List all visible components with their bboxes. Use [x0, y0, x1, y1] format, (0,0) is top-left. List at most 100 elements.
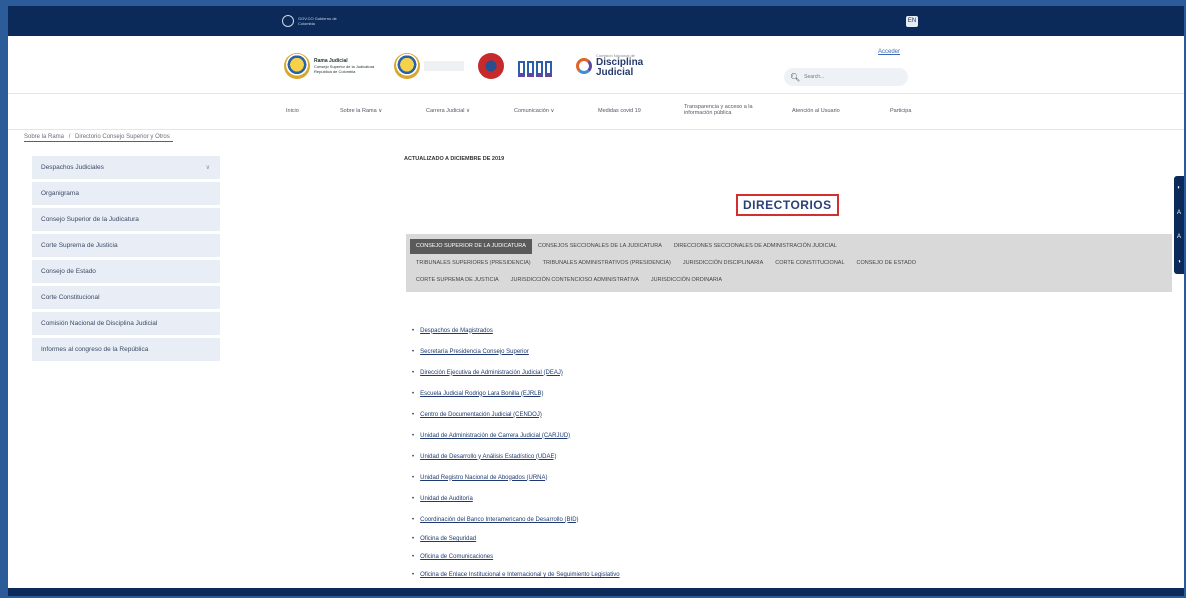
- contrast-alt-icon[interactable]: ◑: [1177, 259, 1181, 265]
- tab-consejo-superior[interactable]: Consejo Superior de la Judicatura: [410, 239, 532, 254]
- gov-co-logo[interactable]: GOV.CO Gobierno de Colombia: [282, 14, 358, 28]
- top-bar: GOV.CO Gobierno de Colombia EN: [8, 6, 1184, 36]
- sidebar-item-despachos[interactable]: Despachos Judiciales ∨: [32, 156, 220, 179]
- sidebar-item-consejo-superior[interactable]: Consejo Superior de la Judicatura: [32, 208, 220, 231]
- page-title: DIRECTORIOS: [736, 194, 839, 216]
- chevron-down-icon: ∨: [205, 165, 210, 171]
- sidebar-item-corte-constitucional[interactable]: Corte Constitucional: [32, 286, 220, 309]
- list-item: • Centro de Documentación Judicial (CENDO…: [412, 411, 542, 418]
- sidebar-item-label: Consejo de Estado: [41, 268, 96, 275]
- list-item: • Oficina de Enlace Institucional e Inter…: [412, 572, 620, 578]
- tab-corte-constitucional[interactable]: Corte Constitucional: [769, 256, 850, 271]
- tab-row: Tribunales Superiores (Presidencia) Trib…: [410, 255, 1172, 272]
- nav-atencion-usuario[interactable]: Atención al Usuario: [792, 108, 840, 114]
- tab-jurisdiccion-ordinaria[interactable]: Jurisdicción Ordinaria: [645, 273, 728, 288]
- directory-link[interactable]: Centro de Documentación Judicial (CENDOJ…: [420, 412, 542, 418]
- tab-direcciones-seccionales[interactable]: Direcciones Seccionales de Administració…: [668, 239, 843, 254]
- acceder-link[interactable]: Acceder: [878, 49, 900, 55]
- tab-corte-suprema[interactable]: Corte Suprema de Justicia: [410, 273, 505, 288]
- breadcrumb-item-current: Directorio Consejo Superior y Otros: [75, 134, 170, 140]
- nav-transparencia[interactable]: Transparencia y acceso a la información …: [684, 104, 754, 116]
- tab-consejo-estado[interactable]: Consejo de Estado: [851, 256, 923, 271]
- directory-link[interactable]: Unidad de Administración de Carrera Judi…: [420, 433, 570, 439]
- tab-jurisdiccion-disciplinaria[interactable]: Jurisdicción Disciplinaria: [677, 256, 769, 271]
- sidebar-item-label: Consejo Superior de la Judicatura: [41, 216, 139, 223]
- logo-text-block: [424, 61, 464, 71]
- tab-row: Consejo Superior de la Judicatura Consej…: [410, 238, 1172, 255]
- updated-date: ACTUALIZADO A DICIEMBRE DE 2019: [404, 156, 505, 162]
- sidebar-menu: Despachos Judiciales ∨ Organigrama Conse…: [32, 156, 220, 361]
- pillars-logo[interactable]: [518, 55, 562, 77]
- sidebar-item-label: Corte Suprema de Justicia: [41, 242, 118, 249]
- breadcrumb-item-sobre-la-rama[interactable]: Sobre la Rama: [24, 134, 64, 140]
- list-item: • Unidad de Administración de Carrera Jud…: [412, 432, 571, 439]
- list-item: • Despachos de Magistrados: [412, 327, 493, 334]
- logo-row: Rama Judicial Consejo Superior de la Jud…: [284, 50, 643, 82]
- gov-seal-icon: [282, 15, 294, 27]
- tab-consejos-seccionales[interactable]: Consejos Seccionales de la Judicatura: [532, 239, 668, 254]
- sidebar-item-organigrama[interactable]: Organigrama: [32, 182, 220, 205]
- logo-line-3: República de Colombia: [314, 69, 356, 74]
- directory-link[interactable]: Escuela Judicial Rodrigo Lara Bonilla (E…: [420, 391, 543, 397]
- search-box[interactable]: 🔍︎: [784, 68, 908, 86]
- nav-sobre-la-rama[interactable]: Sobre la Rama ∨: [340, 108, 382, 114]
- breadcrumb-separator: /: [68, 134, 71, 140]
- list-item: • Coordinación del Banco Interamericano d…: [412, 516, 579, 523]
- list-item: • Secretaría Presidencia Consejo Superior: [412, 348, 529, 355]
- list-item: • Dirección Ejecutiva de Administración J…: [412, 369, 563, 376]
- sidebar-item-label: Corte Constitucional: [41, 294, 100, 301]
- dj-mark-icon: [576, 58, 592, 74]
- breadcrumb: Sobre la Rama / Directorio Consejo Super…: [24, 134, 173, 142]
- directory-link[interactable]: Dirección Ejecutiva de Administración Ju…: [420, 370, 563, 376]
- gov-logo-text: GOV.CO Gobierno de Colombia: [298, 16, 337, 26]
- directory-link[interactable]: Secretaría Presidencia Consejo Superior: [420, 349, 529, 355]
- fondo-logo[interactable]: [394, 53, 464, 79]
- header: Rama Judicial Consejo Superior de la Jud…: [8, 36, 1184, 94]
- directory-link[interactable]: Oficina de Enlace Institucional e Intern…: [420, 572, 619, 578]
- list-item: • Escuela Judicial Rodrigo Lara Bonilla (…: [412, 390, 544, 397]
- colombia-shield-icon: [284, 53, 310, 79]
- tab-tribunales-administrativos[interactable]: Tribunales Administrativos (Presidencia): [537, 256, 677, 271]
- list-item: • Oficina de Seguridad: [412, 536, 477, 542]
- directory-link[interactable]: Unidad de Desarrollo y Análisis Estadíst…: [420, 454, 556, 460]
- sidebar-item-label: Informes al congreso de la República: [41, 346, 149, 353]
- rama-judicial-logo[interactable]: Rama Judicial Consejo Superior de la Jud…: [284, 53, 380, 79]
- directory-link[interactable]: Coordinación del Banco Interamericano de…: [420, 517, 578, 523]
- directory-link[interactable]: Despachos de Magistrados: [420, 328, 493, 334]
- nav-comunicacion[interactable]: Comunicación ∨: [514, 108, 554, 114]
- search-icon: 🔍︎: [790, 72, 801, 82]
- sidebar-item-informes-congreso[interactable]: Informes al congreso de la República: [32, 338, 220, 361]
- font-decrease-icon[interactable]: A: [1177, 234, 1181, 240]
- shield-icon: [394, 53, 420, 79]
- sidebar-item-comision-disciplina[interactable]: Comisión Nacional de Disciplina Judicial: [32, 312, 220, 335]
- directory-link[interactable]: Oficina de Comunicaciones: [420, 554, 493, 560]
- disciplina-judicial-logo[interactable]: Comisión Nacional de Disciplina Judicial: [576, 54, 643, 78]
- sidebar-item-label: Comisión Nacional de Disciplina Judicial: [41, 320, 158, 327]
- language-button[interactable]: EN: [906, 16, 918, 27]
- font-increase-icon[interactable]: A: [1177, 210, 1181, 216]
- list-item: • Unidad de Desarrollo y Análisis Estadís…: [412, 453, 557, 460]
- directory-link[interactable]: Unidad Registro Nacional de Abogados (UR…: [420, 475, 547, 481]
- list-item: • Unidad de Auditoría: [412, 495, 473, 502]
- red-seal-logo[interactable]: [478, 53, 504, 79]
- list-item: • Unidad Registro Nacional de Abogados (U…: [412, 474, 548, 481]
- nav-inicio[interactable]: Inicio: [286, 108, 299, 114]
- tab-tribunales-superiores[interactable]: Tribunales Superiores (Presidencia): [410, 256, 537, 271]
- dj-title-2: Judicial: [596, 67, 634, 78]
- sidebar-item-corte-suprema[interactable]: Corte Suprema de Justicia: [32, 234, 220, 257]
- directory-tabs: Consejo Superior de la Judicatura Consej…: [406, 234, 1172, 292]
- tab-contencioso-administrativa[interactable]: Jurisdicción Contencioso Administrativa: [505, 273, 645, 288]
- nav-participa[interactable]: Participa: [890, 108, 911, 114]
- directory-link[interactable]: Unidad de Auditoría: [420, 496, 473, 502]
- nav-medidas-covid[interactable]: Medidas covid 19: [598, 108, 641, 114]
- tab-row: Corte Suprema de Justicia Jurisdicción C…: [410, 272, 1172, 289]
- sidebar-item-label: Despachos Judiciales: [41, 164, 104, 171]
- directory-link[interactable]: Oficina de Seguridad: [420, 536, 476, 542]
- footer-bar: [8, 588, 1184, 596]
- search-input[interactable]: [804, 74, 905, 80]
- nav-carrera-judicial[interactable]: Carrera Judicial ∨: [426, 108, 470, 114]
- main-nav: Inicio Sobre la Rama ∨ Carrera Judicial …: [8, 94, 1184, 130]
- sidebar-item-consejo-estado[interactable]: Consejo de Estado: [32, 260, 220, 283]
- sidebar-item-label: Organigrama: [41, 190, 79, 197]
- contrast-icon[interactable]: ◐: [1177, 185, 1181, 191]
